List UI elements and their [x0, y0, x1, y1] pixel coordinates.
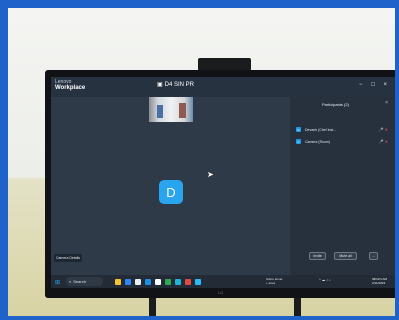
weather-widget[interactable]: Sobre temet + anos: [266, 277, 306, 285]
app-icon[interactable]: [195, 278, 201, 285]
participant-avatar: C: [296, 139, 301, 144]
participant-status: 🎤 ✕: [378, 127, 388, 132]
app-icon[interactable]: [115, 278, 121, 285]
participant-status: 🎤 ✕: [378, 139, 388, 144]
clock[interactable]: 08/11/4 AM 2/11/2023: [372, 277, 395, 286]
app-brand: Lenovo Workplace: [55, 79, 91, 91]
video-thumbnail[interactable]: [149, 97, 193, 122]
app-icon[interactable]: [135, 278, 141, 285]
app-icon[interactable]: [165, 278, 171, 285]
participants-panel: Participants (2) × D Devanir (Chef Inst.…: [290, 97, 395, 275]
search-placeholder: Search: [73, 279, 86, 284]
taskbar-search[interactable]: ⌕ Search: [66, 277, 103, 286]
participants-close-button[interactable]: ×: [385, 100, 388, 106]
window-titlebar: Lenovo Workplace ▣ D4 SIN PR − □ ×: [51, 77, 395, 97]
participant-row[interactable]: C Camera (Room) 🎤 ✕: [296, 137, 388, 146]
participant-avatar: D: [296, 127, 301, 132]
app-icon[interactable]: [155, 278, 161, 285]
participant-name: Devanir (Chef Inst...: [305, 127, 337, 132]
mute-all-button[interactable]: Mute all: [334, 252, 357, 260]
lg-logo: LG: [218, 290, 224, 295]
minimize-button[interactable]: −: [359, 82, 363, 90]
app-icon[interactable]: [125, 278, 131, 285]
participant-name: Camera (Room): [305, 139, 331, 144]
stand-leg-right: [294, 298, 301, 316]
window-controls: − □ ×: [359, 82, 387, 90]
taskbar-apps: [115, 277, 240, 286]
camera-details-label: Camera Details: [54, 254, 82, 262]
clock-date: 2/11/2023: [372, 281, 386, 285]
taskbar: ⊞ ⌕ Search Sobre temet + anos ^ ☁ ♪ ⌕ 08…: [51, 275, 395, 288]
start-icon[interactable]: ⊞: [55, 279, 60, 286]
invite-button[interactable]: Invite: [309, 252, 326, 260]
stand-leg-left: [149, 298, 156, 316]
photo-frame: Lenovo Workplace ▣ D4 SIN PR − □ × D ➤ P…: [0, 0, 399, 320]
meeting-title: ▣ D4 SIN PR: [157, 80, 217, 89]
app-icon[interactable]: [175, 278, 181, 285]
meeting-title-text: D4 SIN PR: [164, 81, 195, 88]
maximize-button[interactable]: □: [371, 82, 375, 90]
app-icon[interactable]: [185, 278, 191, 285]
close-button[interactable]: ×: [383, 82, 387, 90]
app-icon[interactable]: [145, 278, 151, 285]
more-button[interactable]: ...: [369, 252, 378, 260]
participant-avatar: D: [159, 180, 183, 204]
system-tray[interactable]: ^ ☁ ♪ ⌕: [319, 278, 367, 285]
meeting-icon: ▣: [157, 82, 163, 88]
mouse-cursor-icon: ➤: [207, 170, 214, 179]
meeting-screen: Lenovo Workplace ▣ D4 SIN PR − □ × D ➤ P…: [51, 77, 395, 288]
app-name: Workplace: [55, 85, 86, 91]
participants-title: Participants (2): [322, 102, 349, 107]
participant-row[interactable]: D Devanir (Chef Inst... 🎤 ✕: [296, 125, 388, 134]
search-icon: ⌕: [69, 279, 72, 284]
weather-line2: + anos: [266, 280, 276, 285]
